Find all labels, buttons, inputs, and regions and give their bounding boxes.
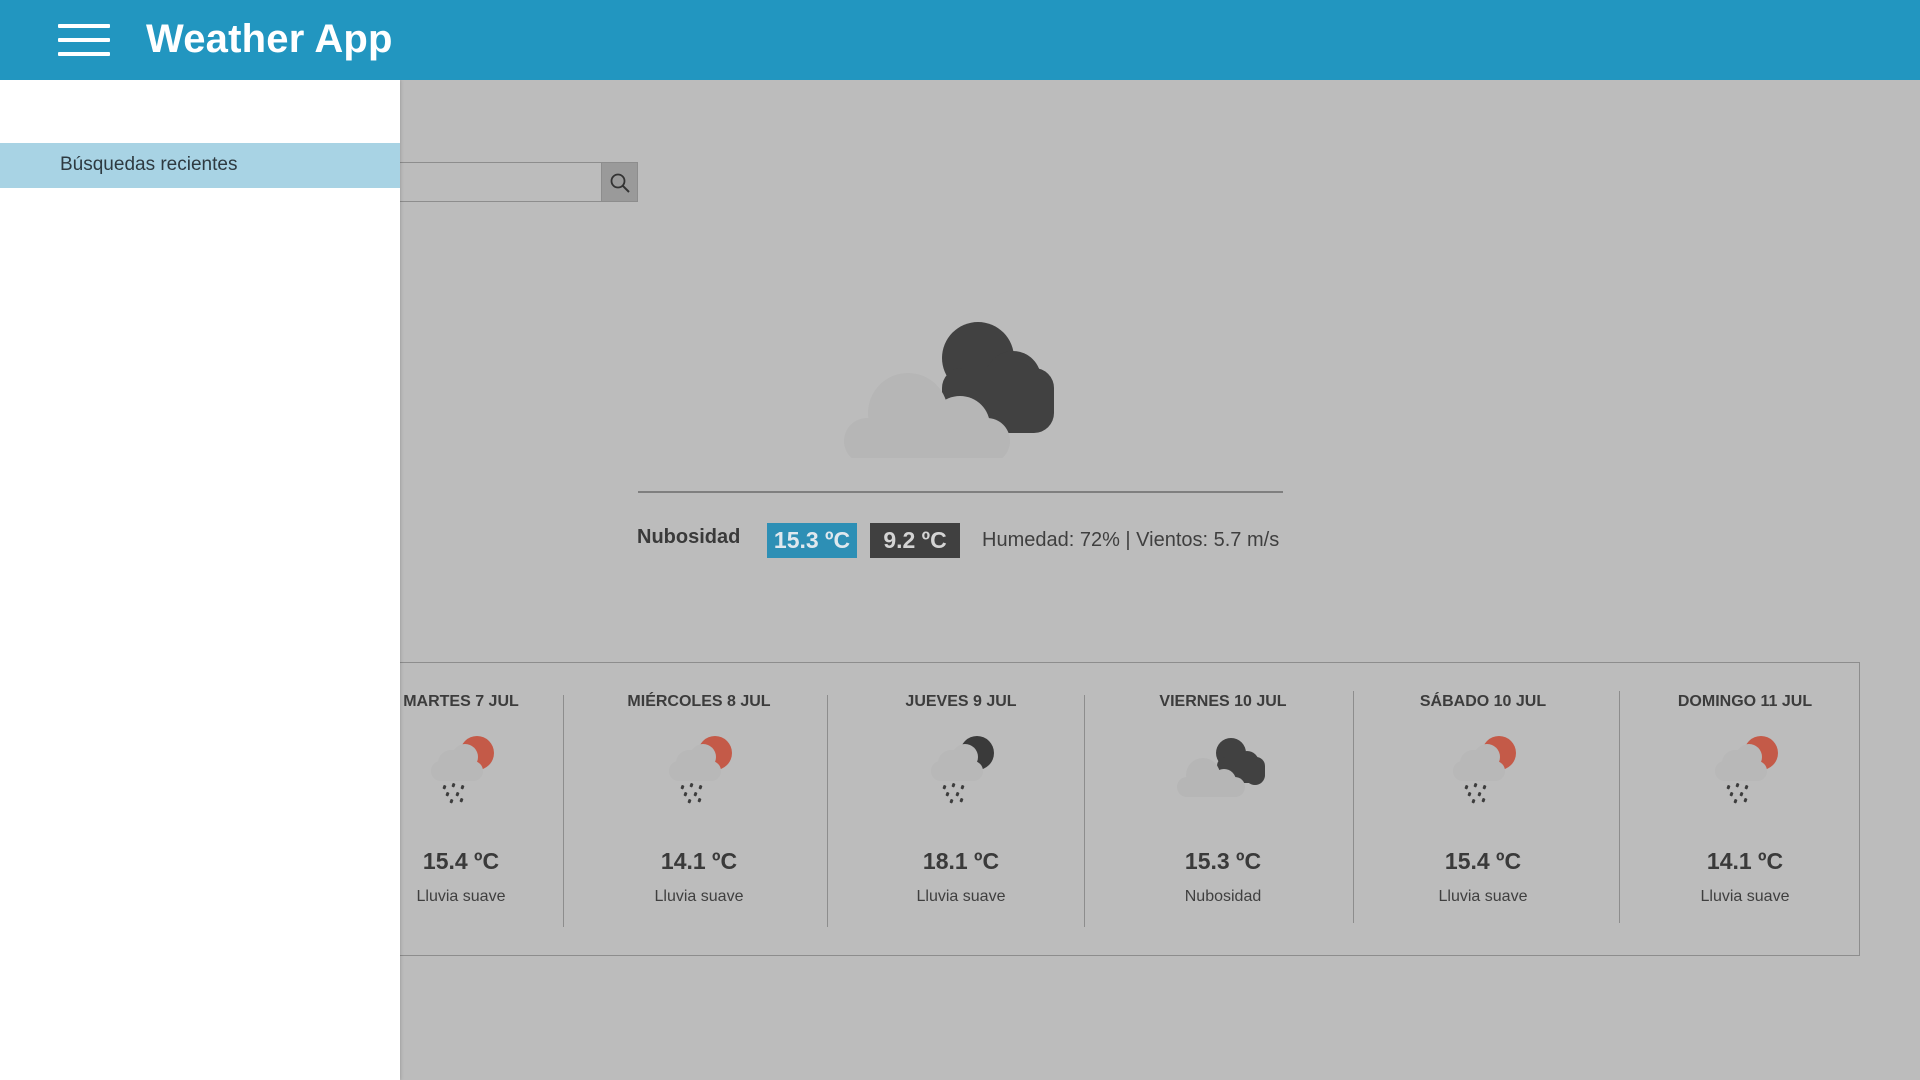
search-icon — [610, 173, 630, 193]
forecast-condition: Lluvia suave — [1700, 888, 1790, 905]
forecast-temp: 15.3 ºC — [1184, 848, 1262, 874]
forecast-day-name: DOMINGO 11 JUL — [1677, 693, 1813, 710]
forecast-condition: Lluvia suave — [654, 888, 744, 905]
forecast-divider — [1619, 691, 1620, 923]
current-temp-max-badge: 15.3 ºC — [767, 523, 857, 558]
forecast-day: VIERNES 10 JUL 15.3 ºC Nubosidad — [1123, 663, 1323, 955]
forecast-day: JUEVES 9 JUL 18.1 ºC Lluvia suave — [861, 663, 1061, 955]
current-condition: Nubosidad — [637, 526, 741, 548]
forecast-day-name: JUEVES 9 JUL — [905, 693, 1017, 710]
light-rain-day-icon — [1453, 736, 1516, 804]
forecast-condition: Lluvia suave — [1438, 888, 1528, 905]
drawer-item-recent-searches[interactable]: Búsquedas recientes — [0, 143, 400, 188]
current-temp-min-badge: 9.2 ºC — [870, 523, 960, 558]
forecast-divider — [1353, 691, 1354, 923]
drawer-item-label: Búsquedas recientes — [60, 154, 238, 175]
light-rain-night-icon — [931, 736, 994, 804]
current-details: Humedad: 72% | Vientos: 5.7 m/s — [982, 529, 1280, 551]
search-button[interactable] — [601, 162, 638, 202]
divider — [638, 491, 1283, 493]
forecast-temp: 18.1 ºC — [922, 848, 1000, 874]
forecast-temp: 15.4 ºC — [1444, 848, 1522, 874]
forecast-panel: MARTES 7 JUL 15.4 ºC Lluvia suave MIÉRCO… — [380, 662, 1860, 956]
forecast-temp: 14.1 ºC — [660, 848, 738, 874]
forecast-day: SÁBADO 10 JUL 15.4 ºC Lluvia suave — [1383, 663, 1583, 955]
forecast-divider — [1084, 695, 1085, 927]
app-title: Weather App — [146, 17, 393, 61]
app-header: Weather App — [0, 0, 1920, 80]
forecast-day: DOMINGO 11 JUL 14.1 ºC Lluvia suave — [1645, 663, 1845, 955]
forecast-day-name: SÁBADO 10 JUL — [1419, 693, 1547, 710]
light-rain-day-icon — [431, 736, 494, 804]
cloudy-icon — [844, 322, 1054, 458]
forecast-day-name: VIERNES 10 JUL — [1159, 693, 1287, 710]
forecast-condition: Nubosidad — [1184, 888, 1262, 905]
forecast-day: MIÉRCOLES 8 JUL 14.1 ºC Lluvia suave — [599, 663, 799, 955]
cloudy-icon — [1177, 738, 1265, 797]
light-rain-day-icon — [669, 736, 732, 804]
search-input[interactable] — [380, 162, 638, 202]
hamburger-menu-icon[interactable] — [58, 24, 110, 56]
forecast-divider — [563, 695, 564, 927]
forecast-divider — [827, 695, 828, 927]
light-rain-day-icon — [1715, 736, 1778, 804]
forecast-day-name: MIÉRCOLES 8 JUL — [627, 693, 771, 710]
forecast-condition: Lluvia suave — [916, 888, 1006, 905]
forecast-temp: 14.1 ºC — [1706, 848, 1784, 874]
side-drawer: Búsquedas recientes — [0, 80, 400, 1080]
